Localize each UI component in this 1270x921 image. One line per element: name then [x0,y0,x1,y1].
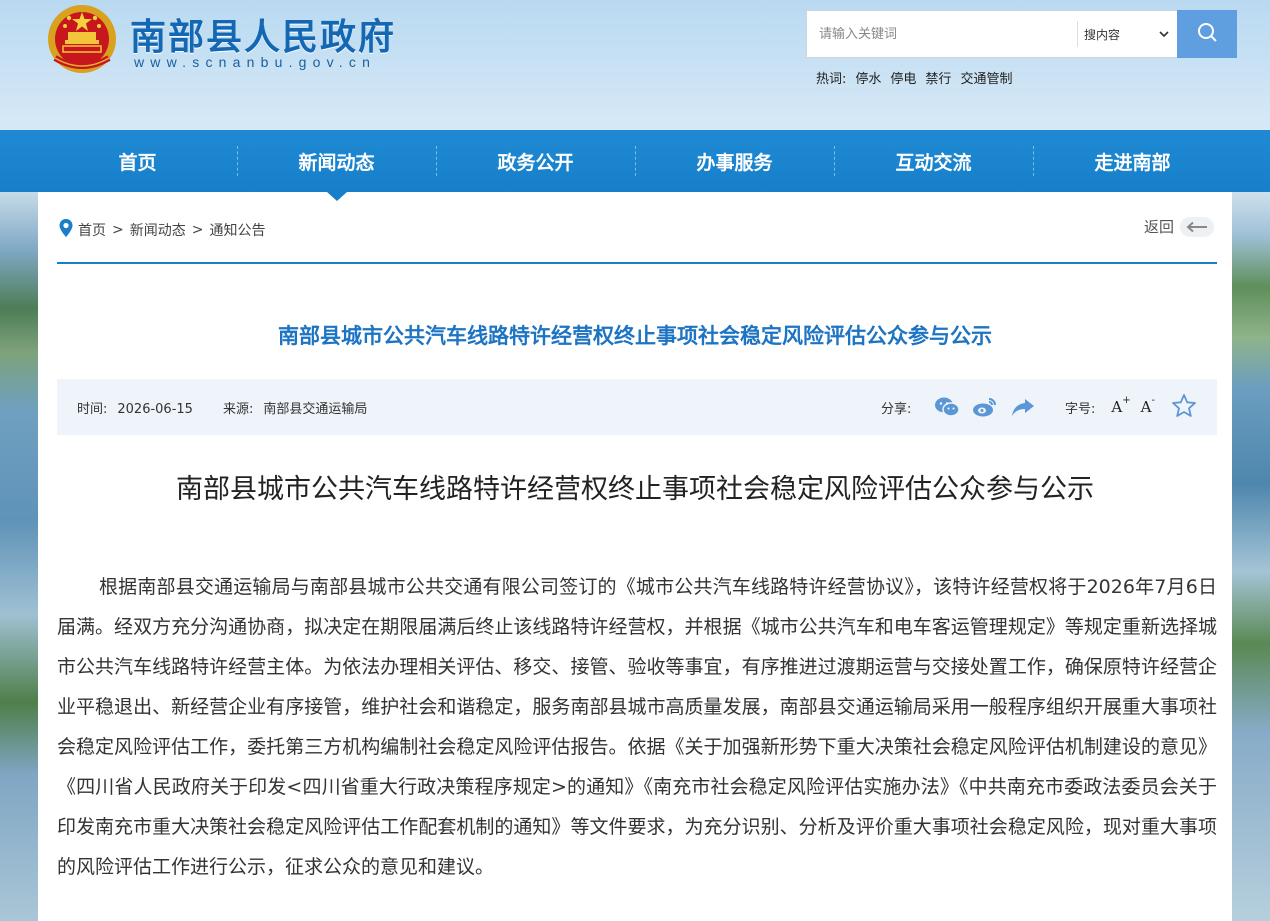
font-size-group: 字号: A+ A- [1065,395,1155,417]
national-emblem-logo [45,2,119,78]
article-body: 根据南部县交通运输局与南部县城市公共交通有限公司签订的《城市公共汽车线路特许经营… [57,576,1217,878]
time-label: 时间: [77,401,108,417]
minus-icon: - [1151,395,1155,406]
time-value: 2026-06-15 [117,401,193,417]
breadcrumb-separator: > [112,222,124,238]
search-icon [1196,21,1218,47]
main-nav: 首页 新闻动态 政务公开 办事服务 互动交流 走进南部 [0,130,1270,201]
share-label: 分享: [881,401,912,417]
back-button[interactable]: 返回 [1144,216,1214,237]
search-box: 搜内容 [806,10,1237,58]
font-increase-button[interactable]: A+ [1111,395,1131,416]
location-pin-icon [58,218,74,242]
arrow-left-icon [1180,216,1214,237]
source-value: 南部县交通运输局 [263,401,368,417]
hot-word-link[interactable]: 停水 [855,68,881,87]
nav-item-about-nanbu[interactable]: 走进南部 [1033,130,1232,192]
font-decrease-button[interactable]: A- [1140,395,1155,416]
article-meta-bar: 时间: 2026-06-15 来源: 南部县交通运输局 分享: 字号: A+ A- [57,379,1217,435]
share-group: 分享: [881,395,1037,419]
site-url: www.scnanbu.gov.cn [134,54,377,70]
search-scope-select[interactable]: 搜内容 [1077,21,1177,47]
content-panel: 首页 > 新闻动态 > 通知公告 返回 南部县城市公共汽车线路特许经营权终止事项… [38,192,1232,921]
breadcrumb-notices[interactable]: 通知公告 [209,220,265,240]
search-button[interactable] [1177,10,1237,58]
chevron-down-icon [1159,28,1169,41]
plus-icon: + [1122,395,1131,406]
nav-item-interaction[interactable]: 互动交流 [834,130,1033,192]
star-favorite-icon[interactable] [1171,393,1197,423]
site-header: 南部县人民政府 www.scnanbu.gov.cn 搜内容 热词: 停水 停电… [0,0,1270,130]
background-scenery-left [0,192,40,921]
breadcrumb: 首页 > 新闻动态 > 通知公告 [58,218,265,242]
search-input[interactable] [807,11,1077,57]
hot-word-link[interactable]: 禁行 [925,68,951,87]
article-source: 来源: 南部县交通运输局 [223,398,367,417]
article-top-title: 南部县城市公共汽车线路特许经营权终止事项社会稳定风险评估公众参与公示 [278,324,992,348]
hot-words-label: 热词: [816,72,847,87]
back-label: 返回 [1143,218,1174,236]
nav-item-government-affairs[interactable]: 政务公开 [436,130,635,192]
forward-share-icon[interactable] [1009,395,1037,419]
breadcrumb-news[interactable]: 新闻动态 [130,220,186,240]
article-title: 南部县城市公共汽车线路特许经营权终止事项社会稳定风险评估公众参与公示 [176,474,1094,505]
font-increase-label: A [1111,398,1123,416]
breadcrumb-home[interactable]: 首页 [78,220,106,240]
nav-item-services[interactable]: 办事服务 [635,130,834,192]
nav-item-home[interactable]: 首页 [38,130,237,192]
source-label: 来源: [222,401,254,417]
weibo-share-icon[interactable] [971,395,999,419]
wechat-share-icon[interactable] [933,395,961,419]
font-decrease-label: A [1140,398,1152,416]
site-name: 南部县人民政府 [130,17,397,58]
hot-words: 热词: 停水 停电 禁行 交通管制 [816,68,1012,87]
hot-word-link[interactable]: 交通管制 [960,68,1012,87]
publish-time: 时间: 2026-06-15 [77,398,193,417]
search-scope-label: 搜内容 [1084,27,1121,42]
section-divider [57,262,1217,264]
font-size-label: 字号: [1065,401,1096,417]
breadcrumb-separator: > [191,222,204,238]
nav-item-news[interactable]: 新闻动态 [237,130,436,201]
hot-word-link[interactable]: 停电 [890,68,916,87]
